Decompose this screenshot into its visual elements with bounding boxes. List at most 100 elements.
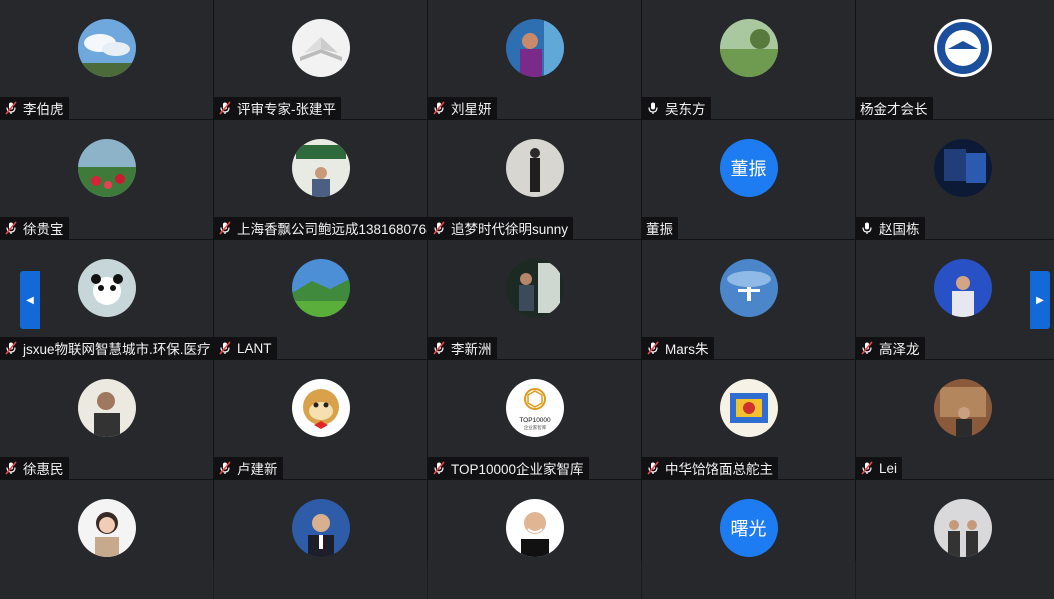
participant-name-tag: 杨金才会长	[856, 97, 933, 119]
participant-name-tag: 评审专家-张建平	[214, 97, 341, 119]
landscape-photo	[291, 259, 350, 317]
avatar	[77, 499, 136, 557]
participant-name: 吴东方	[665, 102, 706, 117]
participant-name-tag: 李伯虎	[0, 97, 69, 119]
avatar	[934, 19, 992, 77]
participant-name-tag: 吴东方	[642, 97, 711, 119]
participant-tile[interactable]	[428, 480, 641, 599]
top10000-logo: TOP10000企业家智库	[505, 379, 564, 437]
participant-tile[interactable]: 追梦时代徐明sunny	[428, 120, 641, 239]
group-photo	[934, 499, 992, 557]
avatar	[719, 19, 778, 77]
participant-name-tag: 高泽龙	[856, 337, 925, 359]
participant-tile[interactable]: 评审专家-张建平	[214, 0, 427, 119]
mic-muted-icon	[861, 341, 873, 355]
participant-tile[interactable]: 中华饸饹面总舵主	[642, 360, 855, 479]
avatar	[505, 139, 564, 197]
participant-tile[interactable]: 上海香飘公司鲍远成13816807688	[214, 120, 427, 239]
field-photo	[719, 19, 778, 77]
avatar	[291, 499, 350, 557]
metaverse-book-photo	[934, 139, 992, 197]
participant-name-tag: 卢建新	[214, 457, 283, 479]
avatar: 曙光	[719, 499, 778, 557]
mic-muted-icon	[433, 101, 445, 115]
next-page-button[interactable]: ▶	[1030, 271, 1050, 329]
participant-name: 上海香飘公司鲍远成13816807688	[237, 222, 427, 237]
avatar	[934, 259, 992, 317]
participant-tile[interactable]: LANT	[214, 240, 427, 359]
participant-tile[interactable]: 刘星妍	[428, 0, 641, 119]
participant-name-tag: Mars朱	[642, 337, 714, 359]
participant-tile[interactable]: Lei	[856, 360, 1054, 479]
participant-name: 徐惠民	[23, 462, 64, 477]
participant-grid: 李伯虎 评审专家-张建平 刘星妍 吴东方 杨金才会长徐贵宝 上海香飘公司鲍远成138168…	[0, 0, 1054, 599]
avatar	[77, 259, 136, 317]
participant-name: 赵国栋	[879, 222, 920, 237]
participant-name: 高泽龙	[879, 342, 920, 357]
avatar	[719, 379, 778, 437]
avatar	[934, 139, 992, 197]
participant-tile[interactable]	[214, 480, 427, 599]
lab-photo	[505, 259, 564, 317]
participant-name-tag: 刘星妍	[428, 97, 497, 119]
participant-name: 中华饸饹面总舵主	[665, 462, 773, 477]
woman-portrait	[77, 499, 136, 557]
participant-tile[interactable]: 李新洲	[428, 240, 641, 359]
participant-tile[interactable]: 赵国栋	[856, 120, 1054, 239]
sky-photo	[77, 19, 136, 77]
participant-tile[interactable]: 杨金才会长	[856, 0, 1054, 119]
participant-tile[interactable]: 徐惠民	[0, 360, 213, 479]
chevron-right-icon: ▶	[1036, 294, 1044, 306]
car-selfie-photo	[77, 379, 136, 437]
participant-name-tag: 李新洲	[428, 337, 497, 359]
mic-muted-icon	[433, 221, 445, 235]
participant-tile[interactable]	[0, 480, 213, 599]
participant-name-tag: Lei	[856, 457, 903, 479]
avatar	[505, 259, 564, 317]
participant-tile[interactable]: Mars朱	[642, 240, 855, 359]
avatar	[505, 499, 564, 557]
noodle-art	[719, 379, 778, 437]
association-logo	[934, 19, 992, 77]
participant-name: 追梦时代徐明sunny	[451, 222, 569, 237]
participant-tile[interactable]: 李伯虎	[0, 0, 213, 119]
participant-name-tag: LANT	[214, 337, 277, 359]
participant-name: 李伯虎	[23, 102, 64, 117]
participant-tile[interactable]: TOP10000 企业家智库 TOP10000企业家智库	[428, 360, 641, 479]
mic-muted-icon	[5, 461, 17, 475]
office-photo	[291, 139, 350, 197]
panda-photo	[77, 259, 136, 317]
mic-muted-icon	[433, 461, 445, 475]
avatar	[934, 499, 992, 557]
participant-tile[interactable]: 吴东方	[642, 0, 855, 119]
participant-tile[interactable]: 卢建新	[214, 360, 427, 479]
svg-text:TOP10000: TOP10000	[519, 417, 551, 424]
participant-name: Lei	[879, 460, 898, 476]
mic-icon	[862, 222, 872, 234]
participant-name: 评审专家-张建平	[237, 102, 336, 117]
participant-tile[interactable]: 高泽龙	[856, 240, 1054, 359]
avatar	[934, 379, 992, 437]
participant-tile[interactable]: 董振 董振	[642, 120, 855, 239]
presenter-photo	[934, 259, 992, 317]
participant-tile[interactable]	[856, 480, 1054, 599]
prev-page-button[interactable]: ◀	[20, 271, 40, 329]
book-photo	[291, 19, 350, 77]
avatar	[291, 139, 350, 197]
participant-name-tag: 徐惠民	[0, 457, 69, 479]
mic-muted-icon	[219, 341, 231, 355]
avatar	[291, 379, 350, 437]
participant-name-tag: 董振	[642, 217, 678, 239]
mic-muted-icon	[647, 461, 659, 475]
monkey-cartoon	[291, 379, 350, 437]
avatar	[77, 139, 136, 197]
participant-name: 杨金才会长	[860, 102, 928, 117]
participant-tile[interactable]: 曙光	[642, 480, 855, 599]
mic-muted-icon	[5, 101, 17, 115]
mic-muted-icon	[5, 221, 17, 235]
standing-man-photo	[505, 139, 564, 197]
participant-name: 董振	[646, 222, 673, 237]
participant-tile[interactable]: 徐贵宝	[0, 120, 213, 239]
mic-muted-icon	[861, 461, 873, 475]
man-suit-portrait	[291, 499, 350, 557]
